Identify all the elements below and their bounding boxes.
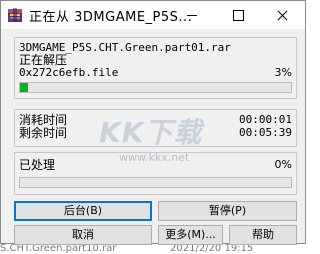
winrar-app-icon	[8, 8, 22, 22]
more-button[interactable]: 更多(M)...	[158, 225, 223, 245]
kk-watermark: KK下载 www.kkx.net	[99, 111, 219, 164]
cancel-button[interactable]: 取消	[14, 225, 152, 245]
current-file-name: 0x272c6efb.file	[19, 66, 119, 79]
elapsed-time-value: 00:00:01	[239, 113, 292, 126]
watermark-brand: KK下载	[99, 116, 203, 149]
help-button[interactable]: 帮助	[229, 225, 297, 245]
watermark-url: www.kkx.net	[119, 151, 190, 164]
minimize-icon[interactable]	[169, 1, 215, 29]
background-button[interactable]: 后台(B)	[14, 201, 152, 221]
processed-percent: 0%	[274, 158, 292, 171]
maximize-icon[interactable]	[215, 1, 261, 29]
title-bar[interactable]: 正在从 3DMGAME_P5S...	[1, 1, 305, 29]
file-percent: 3%	[274, 66, 292, 79]
pause-button[interactable]: 暂停(P)	[158, 201, 297, 221]
remaining-time-value: 00:05:39	[239, 126, 292, 139]
remaining-time-label: 剩余时间	[19, 126, 68, 140]
close-icon[interactable]	[259, 1, 305, 29]
extraction-dialog: 正在从 3DMGAME_P5S... 3DMGAME_P5S.CHT.Green…	[0, 0, 306, 245]
file-progress-fill	[20, 83, 29, 92]
window-title: 正在从 3DMGAME_P5S...	[29, 10, 193, 25]
file-progress-panel: 3DMGAME_P5S.CHT.Green.part01.rar 正在解压 0x…	[14, 37, 297, 99]
file-progress-bar	[19, 82, 292, 93]
processed-label: 已处理	[19, 158, 56, 172]
processed-progress-bar	[19, 177, 292, 188]
